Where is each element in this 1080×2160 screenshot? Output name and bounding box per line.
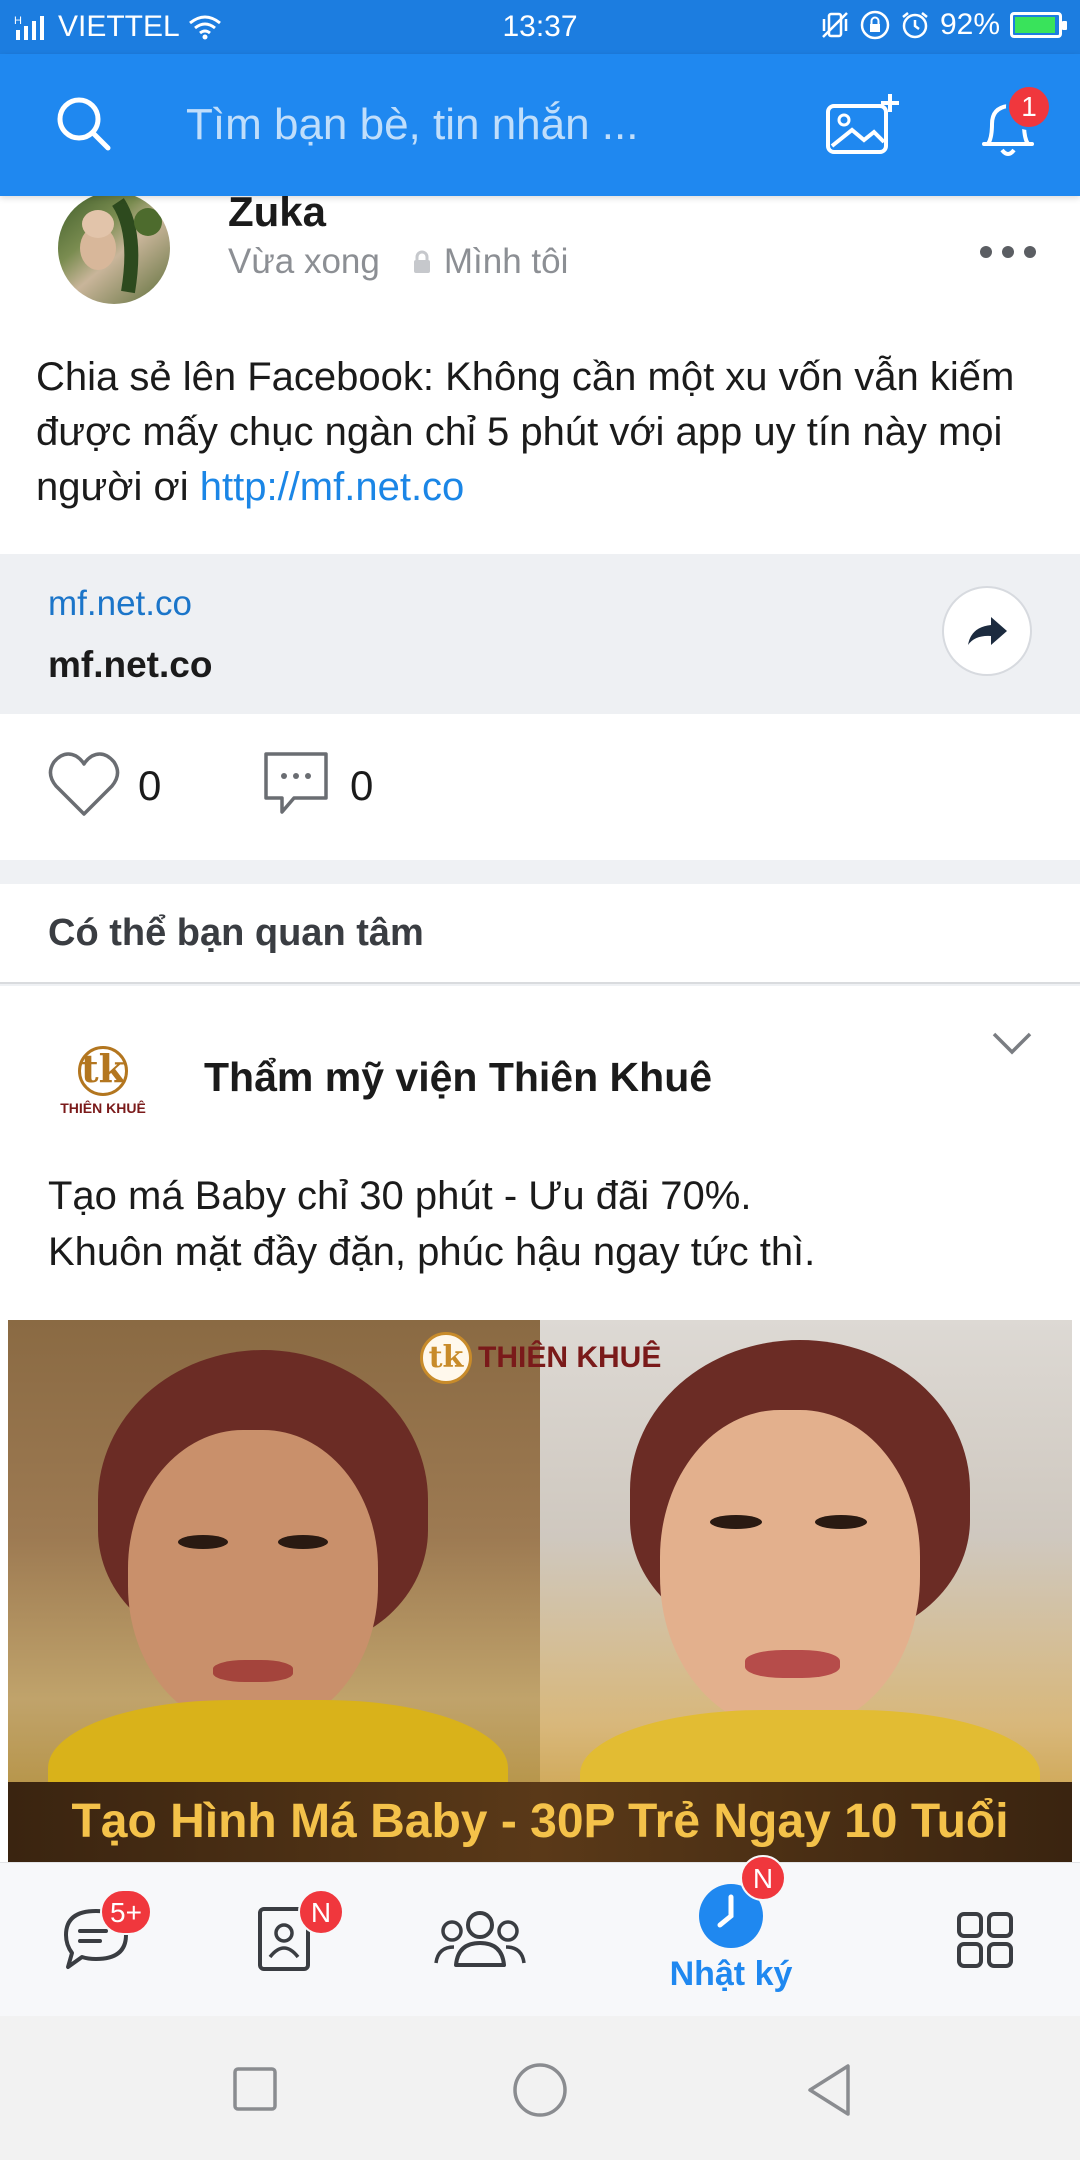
like-count: 0: [138, 762, 162, 809]
more-options-icon[interactable]: [978, 242, 1038, 262]
battery-icon: [1010, 12, 1067, 38]
comment-icon[interactable]: [260, 748, 332, 818]
post-privacy[interactable]: Mình tôi: [444, 242, 569, 282]
bottom-navigation: 5+ N N Nhật ký: [0, 1855, 1080, 2017]
ad-text-line-1: Tạo má Baby chỉ 30 phút - Ưu đãi 70%.: [48, 1174, 752, 1218]
post-card: Zuka Vừa xong Mình tôi Chia sẻ lên Faceb…: [0, 188, 1080, 860]
post-meta: Vừa xong Mình tôi: [228, 242, 568, 282]
timeline-badge: N: [740, 1855, 786, 1901]
nav-timeline[interactable]: N Nhật ký: [656, 1855, 806, 2017]
preview-domain: mf.net.co: [48, 584, 192, 623]
timeline-label: Nhật ký: [669, 1955, 793, 1993]
suggested-title: Có thể bạn quan tâm: [48, 912, 424, 954]
search-input[interactable]: Tìm bạn bè, tin nhắn ...: [186, 100, 638, 150]
ad-text-line-2: Khuôn mặt đầy đặn, phúc hậu ngay tức thì…: [48, 1230, 816, 1274]
recent-apps-icon[interactable]: [232, 2066, 278, 2112]
sponsored-card: tk THIÊN KHUÊ Thẩm mỹ viện Thiên Khuê Tạ…: [0, 986, 1080, 1862]
link-preview[interactable]: mf.net.co mf.net.co: [0, 554, 1080, 714]
logo-brand: THIÊN KHUÊ: [60, 1100, 146, 1116]
heart-icon[interactable]: [46, 750, 122, 818]
back-icon[interactable]: [804, 2062, 854, 2118]
ad-image-banner: Tạo Hình Má Baby - 30P Trẻ Ngay 10 Tuổi: [8, 1782, 1072, 1862]
groups-icon: [434, 1911, 526, 1967]
lock-status-icon: [860, 10, 890, 40]
avatar-photo: [80, 198, 162, 294]
nav-contacts[interactable]: N: [226, 1863, 376, 2017]
advertiser-name[interactable]: Thẩm mỹ viện Thiên Khuê: [204, 1054, 712, 1101]
post-text: Chia sẻ lên Facebook: Không cần một xu v…: [36, 350, 1046, 515]
system-navigation-bar: [0, 2016, 1080, 2160]
share-arrow-icon: [968, 617, 1007, 645]
before-photo: [8, 1320, 540, 1862]
logo-monogram: tk: [78, 1046, 128, 1096]
battery-percent: 92%: [939, 8, 1000, 41]
lock-icon: [413, 250, 430, 273]
search-icon[interactable]: [52, 92, 116, 156]
nav-more[interactable]: [910, 1863, 1060, 2017]
nav-groups[interactable]: [404, 1863, 554, 2017]
grid-icon: [957, 1912, 1013, 1968]
ad-image-logo: tk THIÊN KHUÊ: [420, 1332, 661, 1384]
add-photo-icon[interactable]: [824, 90, 904, 160]
app-header: Tìm bạn bè, tin nhắn ... 1: [0, 54, 1080, 196]
share-button[interactable]: [942, 586, 1032, 676]
reaction-bar: 0 0: [0, 726, 1080, 846]
messages-badge: 5+: [100, 1889, 152, 1935]
ad-image-monogram: tk: [420, 1332, 472, 1384]
notification-badge: 1: [1006, 84, 1052, 130]
contacts-badge: N: [298, 1889, 344, 1935]
nav-messages[interactable]: 5+: [30, 1863, 180, 2017]
advertiser-logo[interactable]: tk THIÊN KHUÊ: [48, 1026, 158, 1136]
home-icon[interactable]: [512, 2062, 568, 2118]
after-photo: [540, 1320, 1072, 1862]
ad-image[interactable]: tk THIÊN KHUÊ Tạo Hình Má Baby - 30P Trẻ…: [8, 1320, 1072, 1862]
vibrate-icon: [822, 12, 848, 38]
status-right: 92%: [820, 8, 1067, 42]
post-link[interactable]: http://mf.net.co: [200, 465, 465, 509]
ad-text: Tạo má Baby chỉ 30 phút - Ưu đãi 70%. Kh…: [48, 1168, 1048, 1280]
status-bar: H VIETTEL 13:37 92%: [0, 0, 1080, 54]
post-body: Chia sẻ lên Facebook: Không cần một xu v…: [36, 355, 1015, 509]
chevron-down-icon[interactable]: [990, 1028, 1034, 1058]
preview-title: mf.net.co: [48, 644, 213, 685]
comment-count: 0: [350, 762, 374, 809]
alarm-icon: [902, 12, 928, 39]
ad-image-brand: THIÊN KHUÊ: [478, 1341, 662, 1374]
suggested-section-header: Có thể bạn quan tâm: [0, 884, 1080, 984]
post-time: Vừa xong: [228, 242, 380, 281]
avatar[interactable]: [58, 192, 170, 304]
